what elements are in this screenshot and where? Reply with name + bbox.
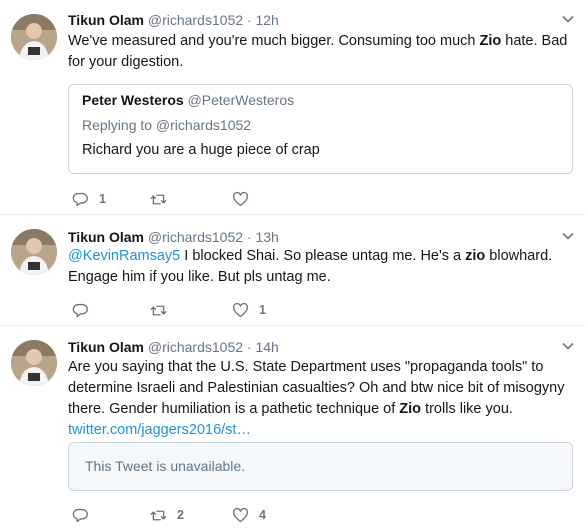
reply-button[interactable] [72, 505, 99, 525]
timestamp[interactable]: 14h [255, 339, 278, 355]
tweet-text: We've measured and you're much bigger. C… [68, 31, 573, 73]
retweet-button[interactable]: 2 [150, 505, 184, 525]
keyword-highlight: zio [465, 248, 486, 264]
display-name[interactable]: Tikun Olam [68, 339, 144, 355]
handle[interactable]: @richards1052 [148, 339, 243, 355]
tweet-text-part: trolls like you. [421, 401, 513, 417]
tweet-actions: 1 [68, 300, 368, 320]
reply-icon [72, 303, 88, 317]
avatar[interactable] [11, 340, 57, 386]
like-button[interactable]: 1 [232, 300, 266, 320]
tweet-text: Are you saying that the U.S. State Depar… [68, 357, 573, 441]
reply-button[interactable] [72, 300, 99, 320]
tweet-actions: 1 [68, 189, 368, 209]
display-name[interactable]: Tikun Olam [68, 229, 144, 245]
retweet-icon [150, 194, 167, 204]
timestamp[interactable]: 13h [255, 229, 278, 245]
keyword-highlight: Zio [479, 33, 502, 49]
handle[interactable]: @richards1052 [148, 229, 243, 245]
separator: · [246, 229, 252, 245]
retweet-count: 2 [177, 508, 184, 522]
like-count: 1 [259, 303, 266, 317]
tweet[interactable]: Tikun Olam @richards1052 · 13h @KevinRam… [0, 215, 585, 326]
unavailable-tweet-card: This Tweet is unavailable. [68, 442, 573, 491]
display-name[interactable]: Tikun Olam [68, 12, 144, 28]
timestamp[interactable]: 12h [255, 12, 278, 28]
tweet-header: Tikun Olam @richards1052 · 13h [68, 228, 279, 246]
chevron-down-icon[interactable] [561, 339, 575, 353]
separator: · [246, 12, 252, 28]
tweet-link[interactable]: twitter.com/jaggers2016/st… [68, 422, 251, 438]
replying-to[interactable]: Replying to @richards1052 [82, 117, 251, 133]
heart-icon [232, 191, 249, 206]
reply-icon [72, 192, 88, 206]
tweet-text-part: I blocked Shai. So please untag me. He's… [180, 248, 466, 264]
handle[interactable]: @richards1052 [148, 12, 243, 28]
chevron-down-icon[interactable] [561, 229, 575, 243]
tweet-header: Tikun Olam @richards1052 · 14h [68, 338, 279, 356]
reply-icon [72, 508, 88, 522]
tweet-actions: 2 4 [68, 505, 368, 525]
retweet-button[interactable] [150, 300, 177, 320]
like-button[interactable] [232, 189, 259, 209]
like-count: 4 [259, 508, 266, 522]
quoted-handle: @PeterWesteros [187, 92, 295, 108]
quoted-display-name: Peter Westeros [82, 92, 184, 108]
quoted-author: Peter Westeros @PeterWesteros [82, 92, 294, 108]
heart-icon [232, 507, 249, 522]
mention-link[interactable]: @KevinRamsay5 [68, 248, 180, 264]
reply-button[interactable]: 1 [72, 189, 106, 209]
avatar[interactable] [11, 14, 57, 60]
chevron-down-icon[interactable] [561, 12, 575, 26]
reply-count: 1 [99, 192, 106, 206]
like-button[interactable]: 4 [232, 505, 266, 525]
quoted-text: Richard you are a huge piece of crap [82, 142, 320, 158]
heart-icon [232, 302, 249, 317]
quoted-tweet[interactable]: Peter Westeros @PeterWesteros Replying t… [68, 84, 573, 174]
tweet-text: @KevinRamsay5 I blocked Shai. So please … [68, 246, 573, 288]
separator: · [246, 339, 252, 355]
tweet[interactable]: Tikun Olam @richards1052 · 12h We've mea… [0, 0, 585, 215]
retweet-button[interactable] [150, 189, 177, 209]
tweet-header: Tikun Olam @richards1052 · 12h [68, 11, 279, 29]
tweet-text-part: We've measured and you're much bigger. C… [68, 33, 480, 49]
retweet-icon [150, 510, 167, 520]
avatar[interactable] [11, 229, 57, 275]
keyword-highlight: Zio [399, 401, 422, 417]
tweet[interactable]: Tikun Olam @richards1052 · 14h Are you s… [0, 326, 585, 529]
retweet-icon [150, 305, 167, 315]
